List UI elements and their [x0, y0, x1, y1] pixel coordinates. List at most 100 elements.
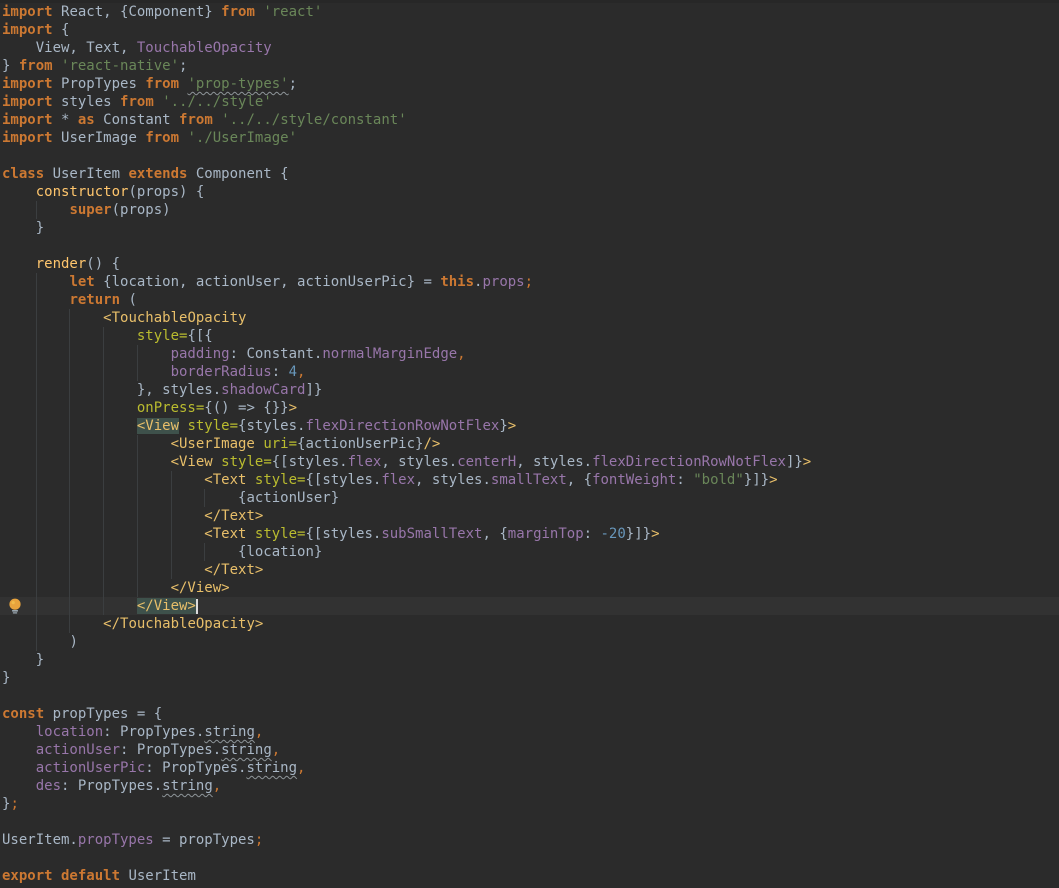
code-line[interactable]: padding: Constant.normalMarginEdge,	[0, 345, 1059, 363]
code-line[interactable]: render() {	[0, 255, 1059, 273]
code-line[interactable]: constructor(props) {	[0, 183, 1059, 201]
code-text: style={[{	[2, 328, 213, 344]
token-def	[246, 472, 254, 488]
code-line[interactable]: export default UserItem	[0, 867, 1059, 885]
code-text: location: PropTypes.string,	[2, 724, 263, 740]
token-o: ,	[213, 778, 221, 794]
code-line[interactable]: }	[0, 219, 1059, 237]
token-def: , styles.	[516, 454, 592, 470]
token-kw: import	[2, 112, 61, 128]
code-line[interactable]: location: PropTypes.string,	[0, 723, 1059, 741]
code-line[interactable]: import PropTypes from 'prop-types';	[0, 75, 1059, 93]
token-def: : PropTypes.	[145, 760, 246, 776]
code-line[interactable]: </Text>	[0, 561, 1059, 579]
token-tag: </Text>	[204, 508, 263, 524]
token-def: ;	[289, 76, 297, 92]
token-attr: uri=	[263, 436, 297, 452]
code-line[interactable]: actionUser: PropTypes.string,	[0, 741, 1059, 759]
code-line[interactable]	[0, 849, 1059, 867]
code-text: } from 'react-native';	[2, 58, 187, 74]
code-line[interactable]: import UserImage from './UserImage'	[0, 129, 1059, 147]
code-line[interactable]: borderRadius: 4,	[0, 363, 1059, 381]
token-kw: import	[2, 4, 61, 20]
token-prop: actionUser	[36, 742, 120, 758]
token-def: (	[128, 292, 136, 308]
code-line[interactable]: import {	[0, 21, 1059, 39]
token-kw: import	[2, 76, 61, 92]
code-line[interactable]	[0, 147, 1059, 165]
code-text: import React, {Component} from 'react'	[2, 4, 322, 20]
token-def: UserImage	[61, 130, 145, 146]
code-line[interactable]: }	[0, 651, 1059, 669]
token-prop: TouchableOpacity	[137, 40, 272, 56]
token-attr: style=	[255, 472, 306, 488]
code-text: export default UserItem	[2, 868, 196, 884]
code-editor[interactable]: import React, {Component} from 'react'im…	[0, 3, 1059, 888]
code-line[interactable]: import styles from '../../style'	[0, 93, 1059, 111]
code-line[interactable]: des: PropTypes.string,	[0, 777, 1059, 795]
token-tag: <TouchableOpacity	[103, 310, 246, 326]
token-def: }	[2, 58, 19, 74]
token-taghl: </View>	[137, 598, 196, 614]
code-line[interactable]: <View style={[styles.flex, styles.center…	[0, 453, 1059, 471]
code-line[interactable]: } from 'react-native';	[0, 57, 1059, 75]
code-line[interactable]: {actionUser}	[0, 489, 1059, 507]
token-fn: constructor	[36, 184, 129, 200]
code-line[interactable]	[0, 813, 1059, 831]
token-def: }, styles.	[137, 382, 221, 398]
token-def: View, Text,	[36, 40, 137, 56]
code-text: let {location, actionUser, actionUserPic…	[2, 274, 533, 290]
code-line[interactable]: }	[0, 669, 1059, 687]
token-attr: onPress=	[137, 400, 204, 416]
intention-bulb-icon[interactable]	[6, 597, 24, 615]
token-def: : PropTypes.	[103, 724, 204, 740]
code-text: UserItem.propTypes = propTypes;	[2, 832, 263, 848]
token-tag: </View>	[171, 580, 230, 596]
token-def	[213, 454, 221, 470]
code-text: return (	[2, 292, 137, 308]
token-tag: >	[289, 400, 297, 416]
code-line[interactable]: actionUserPic: PropTypes.string,	[0, 759, 1059, 777]
code-line[interactable]: {location}	[0, 543, 1059, 561]
code-line[interactable]: import * as Constant from '../../style/c…	[0, 111, 1059, 129]
code-line[interactable]	[0, 687, 1059, 705]
code-line[interactable]: }, styles.shadowCard]}	[0, 381, 1059, 399]
token-def: UserItem	[53, 166, 129, 182]
token-def: {	[61, 22, 69, 38]
code-line[interactable]: const propTypes = {	[0, 705, 1059, 723]
code-line[interactable]: <View style={styles.flexDirectionRowNotF…	[0, 417, 1059, 435]
code-line[interactable]: View, Text, TouchableOpacity	[0, 39, 1059, 57]
token-tag: />	[423, 436, 440, 452]
token-def: :	[272, 364, 289, 380]
code-line[interactable]: <TouchableOpacity	[0, 309, 1059, 327]
token-strw: 'prop-types'	[187, 76, 288, 92]
token-prop: marginTop	[508, 526, 584, 542]
code-line[interactable]: style={[{	[0, 327, 1059, 345]
code-line[interactable]: import React, {Component} from 'react'	[0, 3, 1059, 21]
code-line[interactable]: <UserImage uri={actionUserPic}/>	[0, 435, 1059, 453]
code-line[interactable]: </TouchableOpacity>	[0, 615, 1059, 633]
code-line[interactable]: )	[0, 633, 1059, 651]
code-line[interactable]: <Text style={[styles.flex, styles.smallT…	[0, 471, 1059, 489]
token-prop: centerH	[457, 454, 516, 470]
code-text: borderRadius: 4,	[2, 364, 305, 380]
code-text: const propTypes = {	[2, 706, 162, 722]
code-line[interactable]: </View>	[0, 579, 1059, 597]
code-line[interactable]: super(props)	[0, 201, 1059, 219]
code-line[interactable]: UserItem.propTypes = propTypes;	[0, 831, 1059, 849]
token-prop: props	[482, 274, 524, 290]
token-def: , styles.	[381, 454, 457, 470]
code-line[interactable]: };	[0, 795, 1059, 813]
token-tag: >	[803, 454, 811, 470]
code-text: }, styles.shadowCard]}	[2, 382, 322, 398]
code-line-caret[interactable]: </View>	[0, 597, 1059, 615]
code-line[interactable]: let {location, actionUser, actionUserPic…	[0, 273, 1059, 291]
token-tag: >	[769, 472, 777, 488]
code-line[interactable]: onPress={() => {}}>	[0, 399, 1059, 417]
code-line[interactable]: class UserItem extends Component {	[0, 165, 1059, 183]
code-line[interactable]	[0, 237, 1059, 255]
code-text: des: PropTypes.string,	[2, 778, 221, 794]
code-line[interactable]: <Text style={[styles.subSmallText, {marg…	[0, 525, 1059, 543]
code-line[interactable]: </Text>	[0, 507, 1059, 525]
code-line[interactable]: return (	[0, 291, 1059, 309]
